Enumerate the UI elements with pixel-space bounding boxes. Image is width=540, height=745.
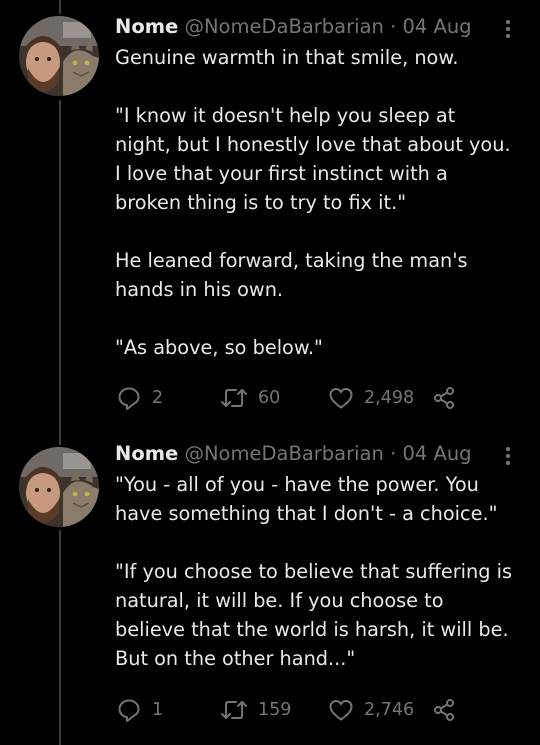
text-line: "If you choose to believe that suffering… [115, 560, 513, 583]
retweet-button[interactable]: 159 [220, 695, 291, 725]
more-vertical-icon[interactable] [498, 18, 518, 40]
share-button[interactable] [432, 695, 456, 725]
text-line: natural, it will be. If you choose to [115, 589, 444, 612]
tweet-header: Nome @NomeDaBarbarian · 04 Aug [115, 14, 472, 40]
display-name[interactable]: Nome [115, 442, 178, 465]
text-line: "I know it doesn't help you sleep at [115, 104, 456, 127]
heart-icon [329, 388, 353, 409]
retweet-icon [221, 701, 247, 719]
action-bar: 2 60 2,498 [114, 383, 514, 413]
text-line: "As above, so below." [115, 336, 323, 359]
text-line: "You - all of you - have the power. You [115, 473, 479, 496]
share-button[interactable] [432, 383, 456, 413]
text-line: have something that I don't - a choice." [115, 502, 498, 525]
retweet-icon [221, 389, 247, 407]
reply-button[interactable]: 1 [116, 695, 163, 725]
like-button[interactable]: 2,498 [328, 383, 414, 413]
reply-button[interactable]: 2 [116, 383, 163, 413]
share-icon [434, 387, 454, 409]
profile-photo-icon [19, 16, 99, 96]
profile-photo-icon [19, 447, 99, 527]
tweet-text: "You - all of you - have the power. You … [115, 470, 525, 673]
handle[interactable]: @NomeDaBarbarian [184, 442, 383, 465]
text-line: But on the other hand..." [115, 647, 356, 670]
text-line: hands in his own. [115, 278, 284, 301]
separator: · [390, 442, 397, 465]
retweet-button[interactable]: 60 [220, 383, 280, 413]
display-name[interactable]: Nome [115, 15, 178, 38]
timestamp[interactable]: 04 Aug [402, 442, 471, 465]
avatar[interactable] [19, 16, 99, 96]
text-line: Genuine warmth in that smile, now. [115, 46, 459, 69]
separator: · [390, 15, 397, 38]
text-line: I love that your first instinct with a [115, 162, 448, 185]
reply-count: 2 [152, 388, 164, 408]
tweet[interactable]: Nome @NomeDaBarbarian · 04 Aug Genuine w… [0, 14, 540, 419]
retweet-count: 159 [258, 700, 292, 720]
timestamp[interactable]: 04 Aug [402, 15, 471, 38]
thread-line-top [59, 0, 61, 14]
avatar[interactable] [19, 447, 99, 527]
handle[interactable]: @NomeDaBarbarian [184, 15, 383, 38]
like-count: 2,498 [364, 388, 415, 408]
reply-count: 1 [152, 700, 164, 720]
like-button[interactable]: 2,746 [328, 695, 414, 725]
share-icon [434, 699, 454, 721]
tweet-header: Nome @NomeDaBarbarian · 04 Aug [115, 441, 472, 467]
reply-icon [118, 699, 140, 722]
heart-icon [329, 700, 353, 721]
retweet-count: 60 [258, 388, 281, 408]
like-count: 2,746 [364, 700, 415, 720]
reply-icon [118, 387, 140, 410]
action-bar: 1 159 2,746 [114, 695, 514, 725]
tweet-text: Genuine warmth in that smile, now. "I kn… [115, 43, 525, 362]
text-line: night, but I honestly love that about yo… [115, 133, 511, 156]
tweet[interactable]: Nome @NomeDaBarbarian · 04 Aug "You - al… [0, 441, 540, 741]
text-line: broken thing is to try to fix it." [115, 191, 407, 214]
text-line: He leaned forward, taking the man's [115, 249, 468, 272]
text-line: believe that the world is harsh, it will… [115, 618, 509, 641]
more-vertical-icon[interactable] [498, 445, 518, 467]
